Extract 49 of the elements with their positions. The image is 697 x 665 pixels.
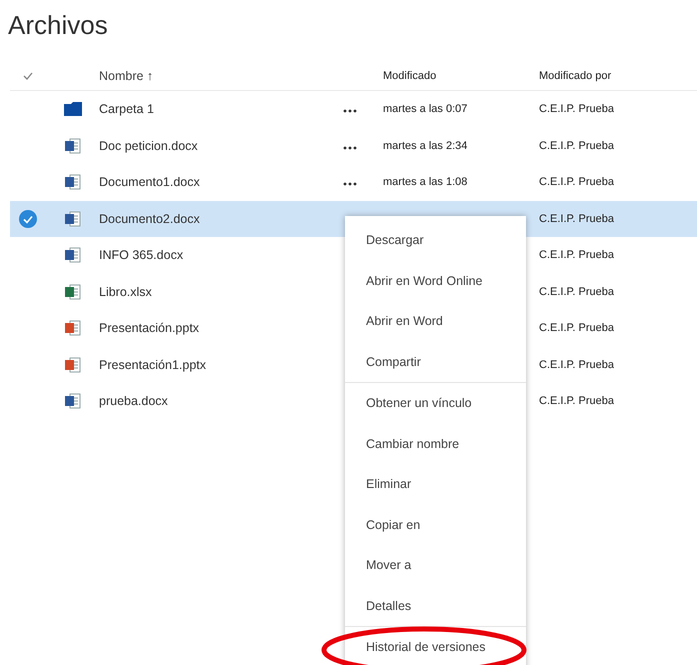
modified-by: C.E.I.P. Prueba — [539, 322, 614, 334]
page-title: Archivos — [7, 9, 109, 40]
file-name[interactable]: Doc peticion.docx — [99, 138, 198, 153]
menu-item[interactable]: Copiar en — [366, 518, 420, 532]
column-header[interactable]: Modificado — [383, 70, 436, 82]
folder-icon — [64, 102, 82, 116]
modified-by: C.E.I.P. Prueba — [539, 103, 614, 116]
file-name[interactable]: INFO 365.docx — [99, 248, 184, 262]
menu-item[interactable]: Obtener un vínculo — [366, 396, 472, 410]
file-name[interactable]: Presentación.pptx — [99, 321, 200, 336]
document-icon — [64, 356, 80, 373]
menu-item[interactable]: Compartir — [366, 354, 421, 369]
more-icon[interactable] — [343, 146, 357, 150]
modified-by: C.E.I.P. Prueba — [539, 212, 614, 225]
check-icon[interactable] — [23, 72, 33, 80]
document-icon — [64, 247, 80, 264]
modified-date: martes a las 2:34 — [383, 140, 468, 152]
document-icon — [64, 174, 80, 190]
modified-date: martes a las 0:07 — [383, 103, 468, 116]
modified-by: C.E.I.P. Prueba — [539, 249, 614, 262]
modified-by: C.E.I.P. Prueba — [539, 395, 614, 408]
file-name[interactable]: Presentación1.pptx — [99, 358, 206, 372]
column-header[interactable]: Modificado por — [539, 70, 612, 82]
menu-item[interactable]: Descargar — [366, 233, 424, 248]
document-icon — [64, 284, 80, 300]
document-icon — [64, 210, 80, 227]
file-name[interactable]: Libro.xlsx — [99, 284, 152, 299]
menu-item[interactable]: Eliminar — [366, 477, 412, 492]
modified-by: C.E.I.P. Prueba — [539, 140, 614, 152]
modified-date: martes a las 1:08 — [383, 176, 468, 188]
more-icon[interactable] — [343, 182, 357, 186]
modified-by: C.E.I.P. Prueba — [539, 176, 614, 188]
column-header[interactable]: Nombre ↑ — [99, 69, 154, 83]
modified-by: C.E.I.P. Prueba — [539, 358, 614, 371]
menu-item[interactable]: Abrir en Word Online — [366, 274, 482, 288]
file-name[interactable]: Documento1.docx — [99, 175, 200, 190]
menu-item[interactable]: Abrir en Word — [366, 314, 443, 328]
file-name[interactable]: prueba.docx — [99, 394, 168, 408]
menu-item[interactable]: Detalles — [366, 598, 412, 613]
file-name[interactable]: Carpeta 1 — [99, 102, 154, 116]
modified-by: C.E.I.P. Prueba — [539, 286, 614, 298]
menu-item[interactable]: Cambiar nombre — [366, 436, 460, 451]
document-icon — [64, 320, 80, 336]
document-icon — [64, 393, 80, 410]
menu-item[interactable]: Mover a — [366, 558, 412, 572]
file-name[interactable]: Documento2.docx — [99, 212, 200, 226]
document-icon — [64, 138, 80, 154]
checkmark-circle-icon[interactable] — [19, 210, 37, 228]
more-icon[interactable] — [343, 109, 357, 114]
